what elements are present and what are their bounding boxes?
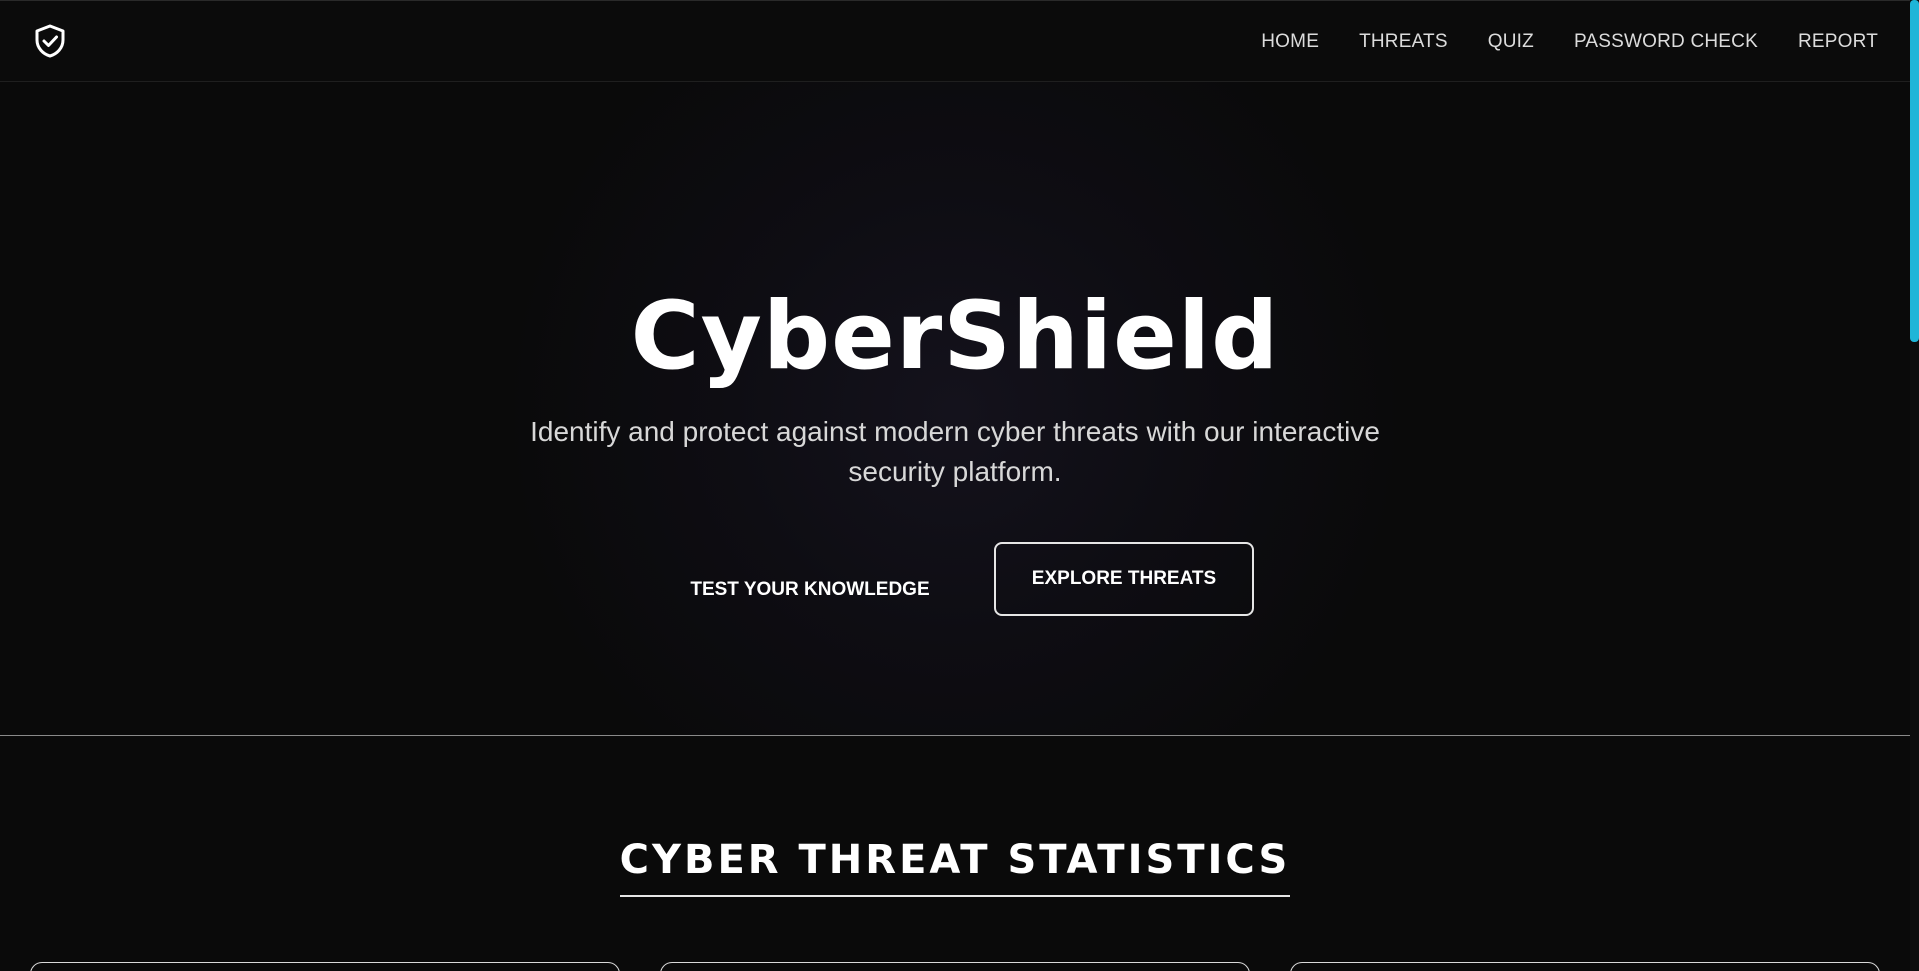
- nav-link-password-check[interactable]: PASSWORD CHECK: [1574, 31, 1758, 53]
- stats-heading: CYBER THREAT STATISTICS: [619, 837, 1291, 897]
- navbar: HOME THREATS QUIZ PASSWORD CHECK REPORT: [0, 0, 1910, 82]
- test-knowledge-button[interactable]: TEST YOUR KNOWLEDGE: [676, 560, 944, 620]
- stat-card: [1290, 962, 1880, 971]
- nav-link-home[interactable]: HOME: [1261, 31, 1319, 53]
- page: HOME THREATS QUIZ PASSWORD CHECK REPORT …: [0, 0, 1919, 971]
- nav-link-report[interactable]: REPORT: [1798, 31, 1878, 53]
- nav-links: HOME THREATS QUIZ PASSWORD CHECK REPORT: [1261, 1, 1878, 83]
- hero-section: CyberShield Identify and protect against…: [0, 82, 1910, 736]
- shield-check-icon[interactable]: [32, 23, 68, 59]
- explore-threats-button[interactable]: EXPLORE THREATS: [994, 542, 1254, 616]
- stats-heading-wrap: CYBER THREAT STATISTICS: [0, 837, 1910, 897]
- nav-link-quiz[interactable]: QUIZ: [1488, 31, 1534, 53]
- hero-subtitle: Identify and protect against modern cybe…: [530, 416, 1380, 487]
- nav-link-threats[interactable]: THREATS: [1359, 31, 1448, 53]
- stat-card: [660, 962, 1250, 971]
- scrollbar-thumb[interactable]: [1910, 0, 1919, 342]
- hero-title: CyberShield: [630, 282, 1280, 391]
- scrollbar[interactable]: [1910, 0, 1919, 971]
- stat-card: [30, 962, 620, 971]
